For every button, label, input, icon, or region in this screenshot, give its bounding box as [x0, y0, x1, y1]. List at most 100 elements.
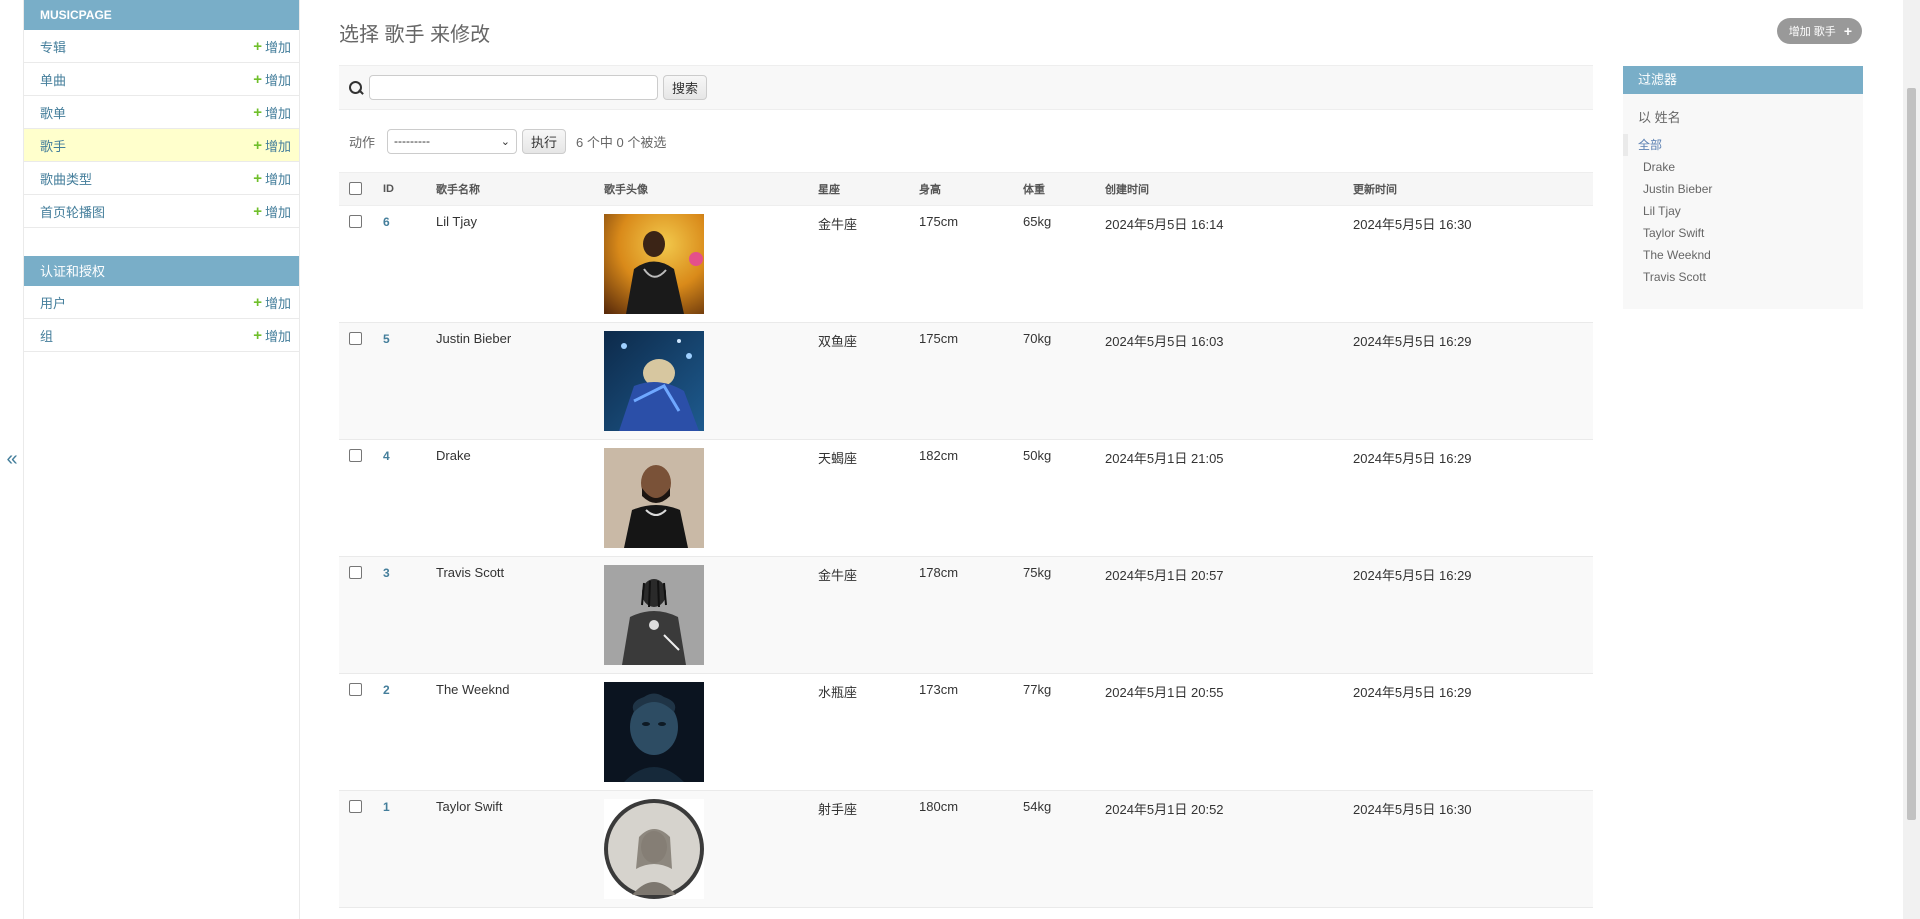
- select-all-checkbox[interactable]: [349, 181, 362, 195]
- weight-cell: 65kg: [1013, 205, 1095, 323]
- row-id-link[interactable]: 4: [383, 449, 390, 463]
- column-header-name[interactable]: 歌手名称: [426, 172, 594, 206]
- created-cell: 2024年5月1日 20:52: [1095, 790, 1343, 908]
- add-link[interactable]: + 增加: [253, 326, 291, 345]
- sidebar-item-label[interactable]: 歌手: [40, 136, 66, 155]
- search-button[interactable]: 搜索: [663, 75, 708, 100]
- filter-option-link[interactable]: Lil Tjay: [1643, 204, 1681, 218]
- id-cell: 4: [373, 439, 426, 557]
- name-cell: Lil Tjay: [426, 205, 594, 323]
- updated-cell: 2024年5月5日 16:30: [1343, 205, 1593, 323]
- row-id-link[interactable]: 1: [383, 800, 390, 814]
- column-header-avatar[interactable]: 歌手头像: [594, 172, 808, 206]
- sidebar-item-label[interactable]: 歌单: [40, 103, 66, 122]
- weight-cell: 70kg: [1013, 322, 1095, 440]
- add-link[interactable]: + 增加: [253, 202, 291, 221]
- row-select-cell: [339, 322, 373, 440]
- row-checkbox[interactable]: [349, 683, 362, 696]
- action-select[interactable]: --------- ⌄: [387, 128, 518, 154]
- add-link[interactable]: + 增加: [253, 37, 291, 56]
- filter-option-link[interactable]: Justin Bieber: [1643, 182, 1712, 196]
- plus-icon: +: [253, 326, 262, 344]
- filter-option: Drake: [1623, 156, 1863, 178]
- table-row: 2 The Weeknd 水瓶座 173cm 77kg 2024年5月1日 20:55 20…: [339, 673, 1593, 791]
- module-caption[interactable]: 认证和授权: [24, 256, 299, 286]
- row-select-cell: [339, 205, 373, 323]
- row-checkbox[interactable]: [349, 566, 362, 579]
- filter-option-link[interactable]: Taylor Swift: [1643, 226, 1704, 240]
- height-cell: 175cm: [909, 322, 1013, 440]
- module-caption[interactable]: MUSICPAGE: [24, 0, 299, 30]
- weight-cell: 50kg: [1013, 439, 1095, 557]
- plus-icon: +: [253, 136, 262, 154]
- height-cell: 178cm: [909, 556, 1013, 674]
- sidebar-item-label[interactable]: 组: [40, 326, 53, 345]
- avatar-cell: [594, 556, 808, 674]
- filter-option-link[interactable]: 全部: [1638, 138, 1662, 152]
- row-select-cell: [339, 439, 373, 557]
- row-id-link[interactable]: 2: [383, 683, 390, 697]
- row-id-link[interactable]: 5: [383, 332, 390, 346]
- filter-title: 过滤器: [1623, 66, 1863, 94]
- created-cell: 2024年5月1日 20:57: [1095, 556, 1343, 674]
- height-cell: 180cm: [909, 790, 1013, 908]
- updated-cell: 2024年5月5日 16:29: [1343, 673, 1593, 791]
- table-row: 3 Travis Scott 金牛座 178cm 75kg 2024年5月1日 20:57…: [339, 556, 1593, 674]
- row-id-link[interactable]: 6: [383, 215, 390, 229]
- add-link[interactable]: + 增加: [253, 103, 291, 122]
- sidebar-item-users: 用户 + 增加: [24, 286, 299, 319]
- sidebar-item-label[interactable]: 单曲: [40, 70, 66, 89]
- actions-bar: 动作 --------- ⌄ 执行 6 个中 0 个被选: [339, 110, 1593, 172]
- filter-list: 全部 Drake Justin Bieber Lil Tjay Taylor Swift…: [1623, 134, 1863, 288]
- selection-counter: 6 个中 0 个被选: [576, 134, 667, 150]
- zodiac-cell: 金牛座: [808, 205, 909, 323]
- filter-option: Taylor Swift: [1623, 222, 1863, 244]
- go-button[interactable]: 执行: [522, 128, 567, 154]
- sidebar-item-label[interactable]: 首页轮播图: [40, 202, 105, 221]
- search-icon: [349, 80, 363, 95]
- add-link[interactable]: + 增加: [253, 169, 291, 188]
- add-link[interactable]: + 增加: [253, 136, 291, 155]
- plus-icon: +: [253, 37, 262, 55]
- zodiac-cell: 水瓶座: [808, 673, 909, 791]
- column-header-height[interactable]: 身高: [909, 172, 1013, 206]
- row-checkbox[interactable]: [349, 449, 362, 462]
- name-cell: Justin Bieber: [426, 322, 594, 440]
- sidebar-item-label[interactable]: 歌曲类型: [40, 169, 92, 188]
- select-all-header: [339, 172, 373, 206]
- sidebar-item-carousel: 首页轮播图 + 增加: [24, 195, 299, 228]
- filter-option-link[interactable]: Drake: [1643, 160, 1675, 174]
- filter-option-link[interactable]: Travis Scott: [1643, 270, 1706, 284]
- page-scrollbar[interactable]: [1903, 0, 1920, 919]
- table-row: 6 Lil Tjay 金牛座 175cm 65kg 2024年5月5日 16:14 2024…: [339, 205, 1593, 323]
- add-link[interactable]: + 增加: [253, 70, 291, 89]
- table-row: 5 Justin Bieber 双鱼座 175cm 70kg 2024年5月5日 16:0…: [339, 322, 1593, 440]
- sidebar-item-label[interactable]: 专辑: [40, 37, 66, 56]
- sidebar-item-groups: 组 + 增加: [24, 319, 299, 352]
- chevron-down-icon: ⌄: [500, 135, 511, 148]
- column-header-updated[interactable]: 更新时间: [1343, 172, 1593, 206]
- scrollbar-thumb[interactable]: [1907, 88, 1916, 820]
- add-link[interactable]: + 增加: [253, 293, 291, 312]
- add-label: 增加: [264, 328, 291, 344]
- updated-cell: 2024年5月5日 16:29: [1343, 322, 1593, 440]
- filter-option-link[interactable]: The Weeknd: [1643, 248, 1711, 262]
- changelist-filter: 过滤器 以 姓名 全部 Drake Justin Bieber Lil Tjay Tay…: [1623, 66, 1863, 309]
- height-cell: 173cm: [909, 673, 1013, 791]
- toggle-sidebar-button[interactable]: «: [4, 448, 20, 471]
- row-checkbox[interactable]: [349, 800, 362, 813]
- add-label: 增加: [264, 39, 291, 55]
- add-singer-button[interactable]: 增加 歌手 +: [1776, 18, 1862, 44]
- column-header-weight[interactable]: 体重: [1013, 172, 1095, 206]
- search-input[interactable]: [369, 75, 658, 100]
- column-header-zodiac[interactable]: 星座: [808, 172, 909, 206]
- add-label: 增加: [264, 138, 291, 154]
- row-checkbox[interactable]: [349, 215, 362, 228]
- row-id-link[interactable]: 3: [383, 566, 390, 580]
- column-header-created[interactable]: 创建时间: [1095, 172, 1343, 206]
- row-checkbox[interactable]: [349, 332, 362, 345]
- sidebar-item-label[interactable]: 用户: [40, 293, 66, 312]
- zodiac-cell: 双鱼座: [808, 322, 909, 440]
- filter-option: The Weeknd: [1623, 244, 1863, 266]
- column-header-id[interactable]: ID: [373, 172, 426, 206]
